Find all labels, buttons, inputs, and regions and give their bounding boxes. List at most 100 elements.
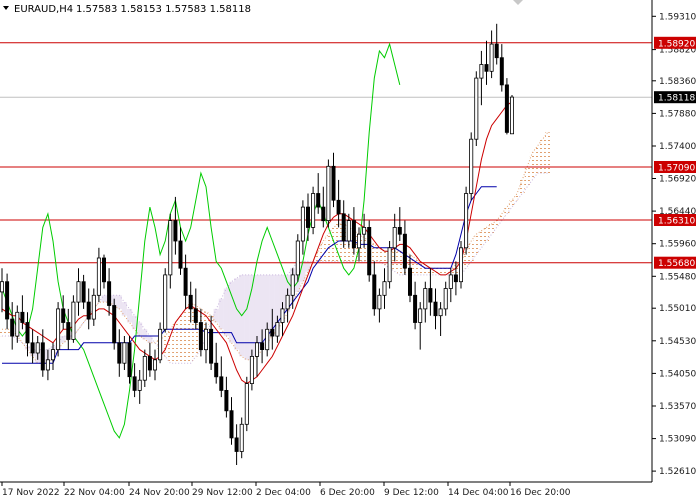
current-price-label: 1.58118 (658, 94, 695, 104)
kumo-segment (524, 166, 530, 187)
candle-body (474, 77, 479, 140)
candle-body (356, 233, 361, 249)
candle-body (112, 305, 117, 344)
time-tick-label: 22 Nov 04:00 (64, 488, 125, 498)
candle-body (418, 308, 423, 323)
kumo-segment (376, 247, 382, 262)
kumo-segment (509, 200, 515, 208)
candle-body (254, 342, 259, 357)
kumo-segment (101, 295, 107, 303)
candle-body (127, 342, 132, 378)
kumo-segment (223, 288, 229, 336)
candle-body (173, 220, 178, 242)
kumo-segment (504, 207, 510, 214)
kumo-segment (529, 152, 535, 180)
candle-body (244, 383, 249, 425)
candle-body (270, 328, 275, 337)
candle-body (392, 226, 397, 249)
kumo-segment (320, 241, 326, 262)
candle-body (5, 281, 10, 320)
candle-body (331, 165, 336, 201)
candle-body (219, 376, 224, 391)
candle-body (61, 308, 66, 323)
kumo-segment (478, 230, 484, 248)
candle-body (137, 379, 142, 391)
price-tick-label: 1.55010 (659, 304, 696, 314)
candle-body (76, 281, 81, 303)
kumo-segment (0, 329, 5, 337)
time-tick-label: 29 Nov 12:00 (192, 488, 253, 498)
price-tick-label: 1.53570 (659, 402, 696, 412)
candle-body (346, 220, 351, 242)
kumo-segment (483, 227, 489, 241)
candle-body (453, 274, 458, 283)
candle-body (229, 410, 234, 439)
level-price-label: 1.58920 (658, 39, 695, 49)
candle-body (397, 226, 402, 235)
time-tick-label: 14 Dec 04:00 (448, 488, 509, 498)
price-tick-label: 1.53090 (659, 435, 696, 445)
kumo-segment (183, 308, 189, 364)
candle-body (209, 328, 214, 364)
candle-body (142, 355, 147, 381)
candle-body (188, 294, 193, 310)
price-tick-label: 1.55480 (659, 272, 696, 282)
candle-body (423, 288, 428, 310)
time-tick-label: 16 Dec 20:00 (510, 488, 571, 498)
candle-body (275, 322, 280, 337)
level-price-label: 1.55680 (658, 259, 695, 269)
candle-body (183, 267, 188, 296)
candle-body (509, 96, 514, 135)
candle-body (351, 220, 356, 249)
candle-body (402, 233, 407, 269)
kumo-segment (535, 146, 541, 174)
candle-body (203, 328, 208, 351)
candle-body (479, 64, 484, 79)
kumo-segment (142, 329, 148, 340)
kumo-segment (244, 274, 250, 360)
candle-body (448, 274, 453, 289)
candle-body (224, 389, 229, 412)
kumo-segment (300, 261, 306, 282)
candle-body (132, 376, 137, 391)
candle-body (0, 281, 5, 293)
candle-body (96, 257, 101, 296)
candle-body (234, 437, 239, 452)
candle-body (35, 342, 40, 354)
kumo-segment (147, 336, 153, 343)
candle-body (40, 342, 45, 371)
ohlc-values: 1.57583 1.58153 1.57583 1.58118 (76, 4, 251, 15)
candle-body (25, 322, 30, 344)
candle-body (438, 308, 443, 317)
candle-body (51, 349, 56, 361)
candle-body (158, 328, 163, 361)
candle-body (45, 359, 50, 371)
candle-body (407, 267, 412, 296)
candle-body (372, 274, 377, 310)
price-tick-label: 1.57400 (659, 142, 696, 152)
candle-body (163, 274, 168, 330)
price-tick-label: 1.59310 (659, 12, 696, 22)
candle-body (484, 64, 489, 72)
candle-body (458, 247, 463, 283)
kumo-segment (468, 241, 474, 262)
candle-body (10, 318, 15, 337)
candle-body (499, 57, 504, 86)
candle-body (102, 257, 107, 283)
candle-body (290, 274, 295, 296)
price-tick-label: 1.54050 (659, 369, 696, 379)
candle-body (249, 355, 254, 384)
trading-chart-window[interactable]: 1.59310 1.58820 1.58360 1.57880 1.57400 1.569… (0, 0, 700, 500)
candle-body (147, 355, 152, 371)
candle-body (362, 226, 367, 235)
candle-body (295, 240, 300, 276)
candle-body (260, 342, 265, 350)
candle-body (214, 362, 219, 378)
candle-body (336, 199, 341, 215)
time-tick-label: 2 Dec 04:00 (256, 488, 311, 498)
chart-canvas[interactable]: 1.593101.588201.583601.578801.574001.569… (0, 0, 700, 500)
candle-body (152, 359, 157, 371)
kumo-segment (4, 329, 10, 337)
candle-body (15, 311, 20, 337)
kumo-segment (167, 329, 173, 364)
